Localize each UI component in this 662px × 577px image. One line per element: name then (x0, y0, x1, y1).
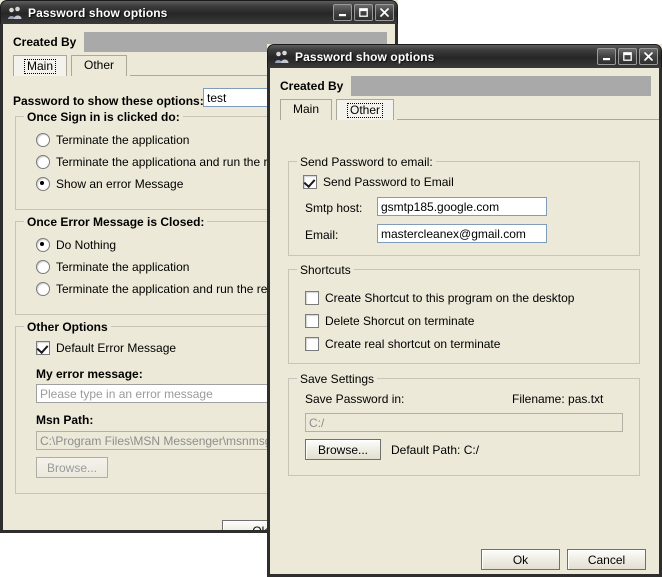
back-password-label-text: Password to show these options: (13, 94, 204, 108)
radio-terminate-and-run-msn-2[interactable]: Terminate the application and run the re… (36, 282, 303, 296)
back-window-title: Password show options (28, 5, 168, 20)
checkbox-indicator (36, 341, 50, 355)
checkbox-label: Default Error Message (56, 341, 177, 355)
radio-indicator (36, 282, 50, 296)
checkbox-indicator (305, 291, 319, 305)
front-window-body: Created By Main Other Send Password to e… (267, 68, 662, 577)
front-window-title-buttons (597, 48, 658, 65)
minimize-icon[interactable] (333, 4, 352, 21)
save-password-in-label: Save Password in: (305, 392, 405, 406)
checkbox-label: Create real shortcut on terminate (325, 337, 501, 351)
save-browse-button[interactable]: Browse... (305, 439, 381, 460)
send-password-email-groupbox: Send Password to email: Send Password to… (288, 155, 640, 256)
msn-path-label: Msn Path: (36, 411, 93, 429)
error-closed-group-title: Once Error Message is Closed: (24, 215, 208, 229)
minimize-icon[interactable] (597, 48, 616, 65)
front-tab-main-label: Main (293, 102, 320, 116)
front-window-client: Created By Main Other Send Password to e… (270, 68, 659, 574)
back-window-titlebar[interactable]: Password show options (0, 0, 398, 24)
back-created-by-label: Created By (13, 35, 77, 49)
save-settings-groupbox: Save Settings Save Password in: Filename… (288, 372, 640, 476)
back-window-title-buttons (333, 4, 394, 21)
checkbox-indicator (303, 175, 317, 189)
checkbox-label: Send Password to Email (323, 175, 454, 189)
tab-filler (397, 119, 659, 120)
maximize-icon[interactable] (618, 48, 637, 65)
back-tab-main-label: Main (24, 59, 57, 74)
radio-indicator (36, 177, 50, 191)
checkbox-label: Create Shortcut to this program on the d… (325, 291, 575, 305)
front-tab-other-label: Other (347, 103, 384, 118)
email-label: Email: (305, 228, 339, 242)
save-group-title: Save Settings (297, 372, 378, 386)
my-error-message-label-text: My error message: (36, 367, 143, 381)
radio-label: Terminate the application and run the re… (56, 282, 303, 296)
radio-label: Do Nothing (56, 238, 117, 252)
radio-show-error-message[interactable]: Show an error Message (36, 177, 183, 191)
front-tabstrip[interactable]: Main Other (270, 96, 659, 120)
checkbox-send-password-to-email[interactable]: Send Password to Email (303, 175, 454, 189)
checkbox-indicator (305, 314, 319, 328)
front-created-by-label: Created By (280, 79, 344, 93)
radio-indicator (36, 260, 50, 274)
radio-label: Terminate the application (56, 133, 190, 147)
radio-terminate-application[interactable]: Terminate the application (36, 133, 189, 147)
front-window-titlebar[interactable]: Password show options (267, 44, 662, 68)
checkbox-label: Delete Shorcut on terminate (325, 314, 475, 328)
front-created-by-value (351, 76, 651, 96)
shortcuts-group-title: Shortcuts (297, 263, 354, 277)
close-icon[interactable] (375, 4, 394, 21)
shortcuts-groupbox: Shortcuts Create Shortcut to this progra… (288, 263, 640, 364)
radio-indicator (36, 238, 50, 252)
email-input[interactable]: mastercleanex@gmail.com (377, 224, 547, 243)
screen: Password show options Created By Main Ot… (0, 0, 662, 577)
front-window-title: Password show options (295, 49, 435, 64)
front-tab-other[interactable]: Other (336, 99, 395, 120)
front-window[interactable]: Password show options Created By Main Ot… (267, 44, 662, 577)
default-path-label: Default Path: C:/ (391, 443, 480, 457)
checkbox-create-desktop-shortcut[interactable]: Create Shortcut to this program on the d… (305, 291, 574, 305)
smtp-host-input[interactable]: gsmtp185.google.com (377, 197, 547, 216)
users-icon (274, 50, 290, 64)
checkbox-create-real-shortcut-on-terminate[interactable]: Create real shortcut on terminate (305, 337, 500, 351)
radio-indicator (36, 133, 50, 147)
email-group-title: Send Password to email: (297, 155, 436, 169)
msn-path-label-text: Msn Path: (36, 413, 94, 427)
filename-label: Filename: pas.txt (512, 392, 604, 406)
close-icon[interactable] (639, 48, 658, 65)
back-tab-other-label: Other (84, 58, 115, 72)
maximize-icon[interactable] (354, 4, 373, 21)
checkbox-indicator (305, 337, 319, 351)
front-created-by-row: Created By (270, 68, 659, 96)
sign-in-group-title: Once Sign in is clicked do: (24, 110, 183, 124)
back-tab-main[interactable]: Main (13, 55, 68, 76)
other-options-group-title: Other Options (24, 320, 111, 334)
front-cancel-button[interactable]: Cancel (567, 549, 646, 570)
front-tab-main[interactable]: Main (280, 99, 333, 120)
save-path-input[interactable]: C:/ (305, 413, 623, 432)
radio-label: Show an error Message (56, 177, 184, 191)
checkbox-delete-shortcut-on-terminate[interactable]: Delete Shorcut on terminate (305, 314, 474, 328)
radio-label: Terminate the application (56, 260, 190, 274)
radio-indicator (36, 155, 50, 169)
users-icon (7, 6, 23, 20)
checkbox-default-error-message[interactable]: Default Error Message (36, 341, 176, 355)
radio-do-nothing[interactable]: Do Nothing (36, 238, 116, 252)
back-password-label: Password to show these options: (13, 92, 204, 110)
radio-terminate-application-2[interactable]: Terminate the application (36, 260, 189, 274)
smtp-host-label: Smtp host: (305, 201, 363, 215)
my-error-message-label: My error message: (36, 365, 143, 383)
front-ok-button[interactable]: Ok (481, 549, 560, 570)
back-tab-other[interactable]: Other (71, 55, 128, 76)
msn-path-browse-button[interactable]: Browse... (36, 457, 108, 478)
